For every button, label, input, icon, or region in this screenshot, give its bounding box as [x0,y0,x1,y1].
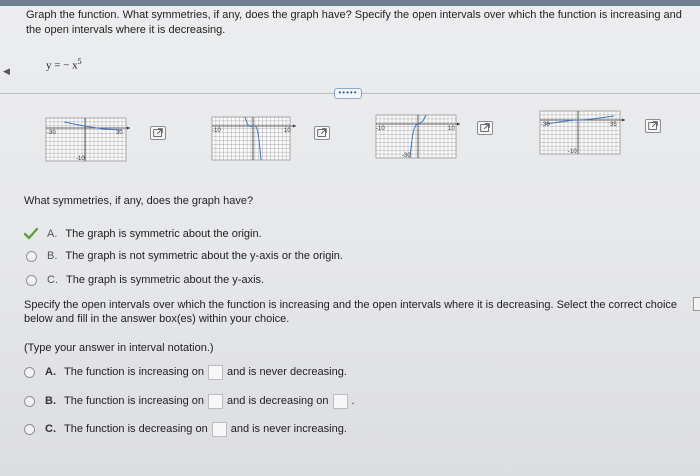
answer-box[interactable] [211,421,227,437]
symmetry-question: What symmetries, if any, does the graph … [24,195,254,207]
radio-button[interactable] [24,366,35,378]
option-text: . [351,395,355,407]
graph-option-4[interactable]: -30 35 -10 [538,108,626,156]
interval-notation-hint: (Type your answer in interval notation.) [24,342,214,354]
graph-4-svg: -30 35 -10 [539,110,625,155]
radio-button[interactable] [26,250,37,262]
graph-3-right-tick: 10 [448,126,455,132]
option-text: and is decreasing on [227,395,329,407]
graph-1-bottom-tick: -10 [76,156,85,162]
graph-4-right-tick: 35 [610,122,617,128]
function-equation: y = − x5 [46,57,82,72]
option-text: The function is increasing on [64,395,205,407]
intervals-question: Specify the open intervals over which th… [24,299,678,325]
collapse-arrow-icon[interactable]: ◀ [3,66,10,77]
question-text: Graph the function. What symmetries, if … [26,9,682,36]
option-text: The graph is symmetric about the y-axis. [66,274,265,286]
symmetry-option-b[interactable]: B. The graph is not symmetric about the … [26,249,343,263]
option-text: The function is decreasing on [64,423,208,435]
radio-button[interactable] [24,395,35,407]
graph-4-bottom-tick: -10 [568,149,577,155]
interval-option-c[interactable]: C. The function is decreasing on and is … [24,421,347,437]
graph-option-3[interactable]: -10 10 -30 [372,112,460,160]
equation-exponent: 5 [77,57,82,66]
graph-1-svg: -30 30 -10 [45,117,130,162]
radio-button[interactable] [24,423,35,435]
option-letter: C. [45,423,56,435]
more-button[interactable]: ••••• [334,88,362,99]
option-letter: B. [45,395,56,407]
option-letter: A. [45,366,56,378]
graph-2-svg: -10 10 [211,116,296,161]
answer-box[interactable] [208,393,224,409]
popout-icon[interactable] [477,121,493,135]
symmetry-option-c[interactable]: C. The graph is symmetric about the y-ax… [26,273,264,287]
popout-icon[interactable] [314,126,330,140]
popout-icon[interactable] [645,119,661,133]
option-text: The graph is not symmetric about the y-a… [65,250,343,262]
option-letter: A. [47,228,58,240]
interval-option-b[interactable]: B. The function is increasing on and is … [24,393,355,409]
graph-2-left-tick: -10 [212,128,221,134]
symmetry-option-a[interactable]: A. The graph is symmetric about the orig… [23,227,262,241]
graph-1-left-tick: -30 [47,130,56,136]
checkmark-icon [23,227,39,240]
option-letter: C. [47,274,58,286]
answer-box[interactable] [208,364,224,380]
graph-3-bottom-tick: -30 [402,153,411,159]
graph-option-1[interactable]: -30 30 -10 [44,115,132,163]
bookmark-icon[interactable] [693,297,700,311]
radio-button[interactable] [26,274,37,286]
option-letter: B. [47,250,58,262]
graph-4-left-tick: -30 [541,122,550,128]
popout-icon[interactable] [150,126,166,140]
graph-option-2[interactable]: -10 10 [208,114,296,162]
option-text: The graph is symmetric about the origin. [65,228,262,240]
graph-1-right-tick: 30 [116,130,123,136]
interval-option-a[interactable]: A. The function is increasing on and is … [24,364,347,380]
graph-3-left-tick: -10 [376,126,385,132]
option-text: and is never decreasing. [227,366,347,378]
answer-box[interactable] [332,393,348,409]
graph-3-svg: -10 10 -30 [375,114,460,159]
option-text: and is never increasing. [230,423,347,435]
option-text: The function is increasing on [64,366,205,378]
graph-2-right-tick: 10 [284,128,291,134]
equation-base: y = − x [46,59,78,72]
top-bar [0,0,700,6]
